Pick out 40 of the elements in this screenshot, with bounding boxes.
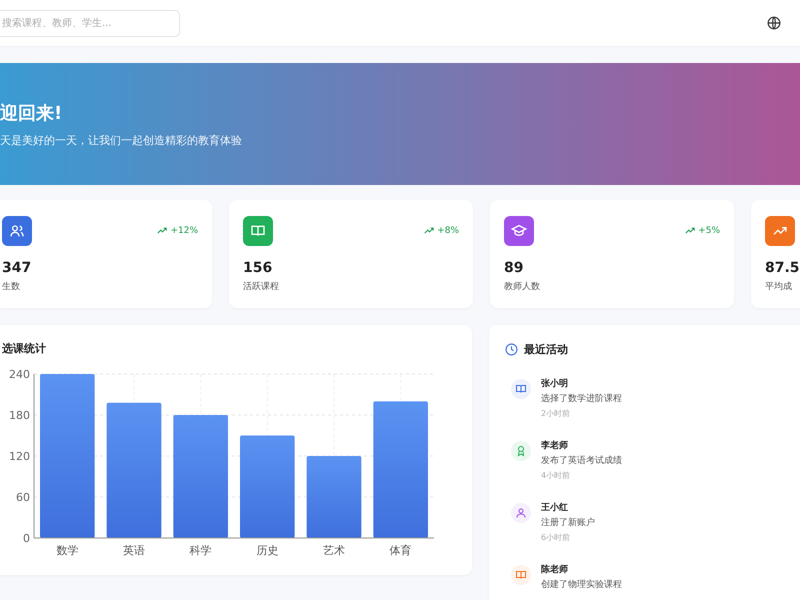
- y-tick-label: 60: [16, 491, 30, 504]
- activity-description: 选择了数学进阶课程: [541, 392, 622, 405]
- y-tick-label: 120: [9, 450, 30, 463]
- banner-title: 迎回来!: [0, 102, 64, 125]
- globe-icon[interactable]: [767, 16, 781, 30]
- activity-name: 张小明: [541, 377, 569, 390]
- x-tick-label: 艺术: [323, 544, 345, 557]
- banner-subtitle: 天是美好的一天，让我们一起创造精彩的教育体验: [0, 133, 243, 148]
- stat-label: 生数: [2, 280, 21, 293]
- stat-label: 平均成: [765, 280, 793, 293]
- y-tick-label: 240: [9, 368, 30, 381]
- stat-label: 教师人数: [504, 280, 541, 293]
- search-field[interactable]: 搜索课程、教师、学生...: [0, 10, 180, 36]
- activity-description: 发布了英语考试成绩: [541, 454, 622, 467]
- stat-value: 89: [504, 260, 524, 276]
- activity-name: 陈老师: [541, 563, 569, 576]
- x-tick-label: 科学: [190, 544, 212, 557]
- clock-icon: [505, 343, 518, 356]
- y-tick-label: 0: [23, 532, 30, 545]
- trend-badge: +5%: [685, 226, 720, 236]
- chart-title: 选课统计: [2, 341, 47, 356]
- activity-description: 注册了新账户: [541, 516, 595, 529]
- trend-badge: +8%: [424, 226, 459, 236]
- x-tick-label: 英语: [123, 544, 145, 557]
- activity-time: 6小时前: [541, 532, 572, 543]
- activity-name: 王小红: [541, 501, 569, 514]
- x-tick-label: 历史: [256, 544, 278, 557]
- activity-description: 创建了物理实验课程: [541, 578, 622, 591]
- stat-value: 156: [243, 260, 274, 276]
- stat-value: 347: [2, 260, 32, 276]
- y-tick-label: 180: [9, 409, 30, 422]
- stat-label: 活跃课程: [243, 280, 280, 293]
- activity-name: 李老师: [541, 439, 569, 452]
- activity-title: 最近活动: [524, 342, 568, 357]
- x-tick-label: 数学: [56, 544, 78, 557]
- activity-time: 4小时前: [541, 470, 572, 481]
- activity-time: 2小时前: [541, 408, 572, 419]
- x-tick-label: 体育: [390, 544, 412, 557]
- stat-value: 87.5: [765, 260, 800, 276]
- trend-badge: +12%: [157, 226, 198, 236]
